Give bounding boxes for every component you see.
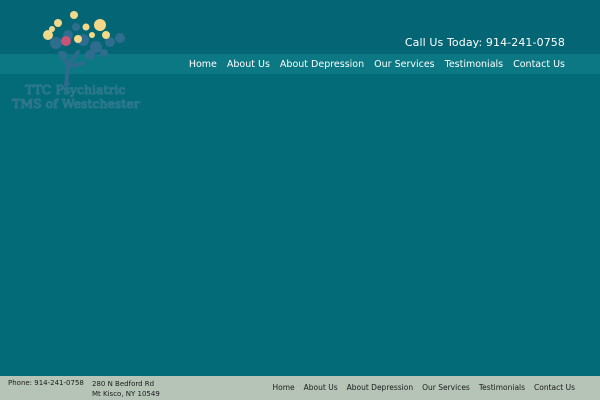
logo-line-2: TMS of Westchester bbox=[12, 96, 140, 111]
footer-nav-our-services[interactable]: Our Services bbox=[422, 383, 470, 392]
footer-nav-home[interactable]: Home bbox=[272, 383, 294, 392]
logo-line-1: TTC Psychiatric bbox=[25, 82, 126, 97]
footer-address: 280 N Bedford Rd Mt Kisco, NY 10549 bbox=[92, 379, 160, 399]
nav-about-depression[interactable]: About Depression bbox=[280, 59, 364, 70]
footer: Phone: 914-241-0758 280 N Bedford Rd Mt … bbox=[0, 376, 600, 400]
footer-address-line-2: Mt Kisco, NY 10549 bbox=[92, 390, 160, 398]
footer-nav-testimonials[interactable]: Testimonials bbox=[479, 383, 525, 392]
footer-nav-about-us[interactable]: About Us bbox=[304, 383, 338, 392]
tree-icon bbox=[43, 11, 125, 87]
main-nav: Home About Us About Depression Our Servi… bbox=[189, 56, 565, 72]
footer-phone: Phone: 914-241-0758 bbox=[8, 379, 84, 387]
site-logo[interactable]: TTC Psychiatric TMS of Westchester bbox=[8, 5, 143, 113]
footer-nav-about-depression[interactable]: About Depression bbox=[347, 383, 413, 392]
nav-our-services[interactable]: Our Services bbox=[374, 59, 434, 70]
call-us-text[interactable]: Call Us Today: 914-241-0758 bbox=[405, 36, 565, 49]
logo-text: TTC Psychiatric TMS of Westchester bbox=[12, 83, 147, 111]
footer-address-line-1: 280 N Bedford Rd bbox=[92, 380, 155, 388]
nav-home[interactable]: Home bbox=[189, 59, 217, 70]
footer-nav-contact-us[interactable]: Contact Us bbox=[534, 383, 575, 392]
footer-nav: Home About Us About Depression Our Servi… bbox=[272, 383, 575, 392]
nav-contact-us[interactable]: Contact Us bbox=[513, 59, 565, 70]
nav-testimonials[interactable]: Testimonials bbox=[445, 59, 503, 70]
nav-about-us[interactable]: About Us bbox=[227, 59, 270, 70]
